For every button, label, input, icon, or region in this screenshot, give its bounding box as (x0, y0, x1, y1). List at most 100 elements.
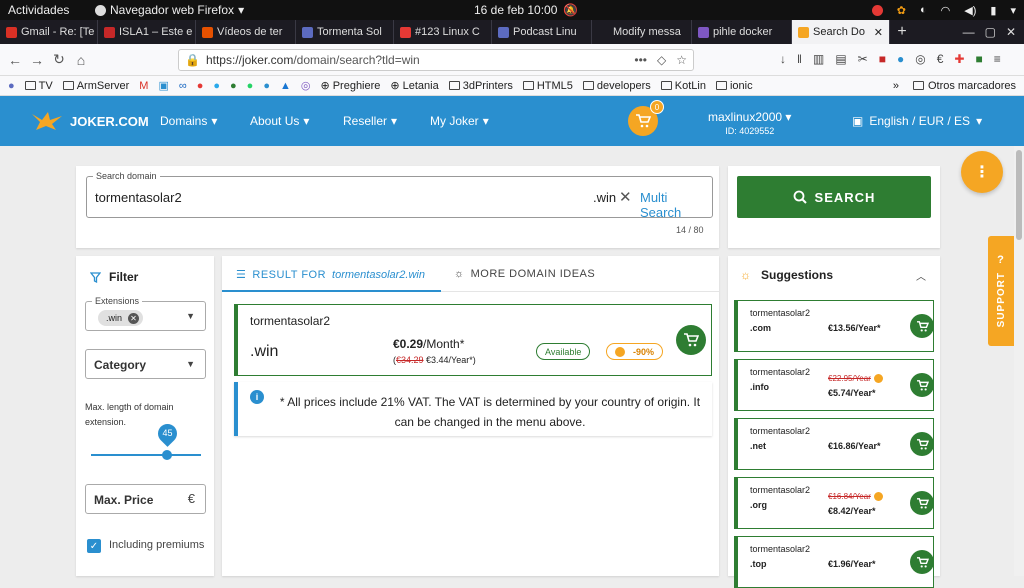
remove-chip-icon[interactable]: ✕ (128, 312, 140, 324)
reload-icon[interactable]: ↻ (48, 51, 70, 68)
nav-domains[interactable]: Domains ▾ (160, 114, 217, 128)
other-bookmarks[interactable]: » Otros marcadores (893, 80, 1016, 92)
search-icon[interactable]: ● (8, 80, 15, 92)
bookmark-folder[interactable]: TV (24, 80, 53, 92)
add-to-cart-button[interactable] (910, 373, 934, 397)
browser-tab[interactable]: pihle docker (692, 20, 792, 44)
search-button[interactable]: SEARCH (737, 176, 931, 218)
add-to-cart-button[interactable] (910, 314, 934, 338)
user-menu[interactable]: maxlinux2000 ▾ ID: 4029552 (708, 110, 791, 136)
add-to-cart-button[interactable] (910, 491, 934, 515)
page-scrollbar[interactable] (1014, 146, 1024, 576)
multi-search-link[interactable]: Multi Search (640, 190, 712, 220)
bookmark-icon[interactable]: ● (263, 80, 270, 92)
bookmark-folder[interactable]: KotLin (660, 80, 706, 92)
download-icon[interactable]: ↓ (780, 52, 786, 66)
add-to-cart-button[interactable] (910, 432, 934, 456)
premiums-label: Including premiums (109, 539, 205, 551)
browser-tab[interactable]: Vídeos de ter (196, 20, 296, 44)
minimize-icon[interactable]: — (963, 25, 975, 39)
extension-icon[interactable]: € (937, 52, 944, 66)
search-input[interactable]: tormentasolar2 (95, 190, 182, 205)
bookmark-icon[interactable]: ◎ (301, 79, 311, 92)
bookmark-folder[interactable]: HTML5 (522, 80, 573, 92)
bookmark-icon[interactable]: ▣ (158, 79, 168, 92)
library-icon[interactable]: ‖ (797, 52, 802, 66)
premiums-checkbox[interactable]: ✓ (87, 539, 101, 553)
euro-icon: € (187, 491, 195, 506)
sync-extension-icon[interactable]: ● (897, 52, 904, 66)
support-label: SUPPORT (995, 272, 1007, 328)
collapse-icon[interactable]: ︿ (916, 268, 926, 283)
close-window-icon[interactable]: ✕ (1006, 25, 1016, 39)
category-select[interactable]: Category ▼ (85, 349, 206, 379)
bookmark-link[interactable]: ⊕ Letania (390, 79, 438, 93)
extension-chip[interactable]: .win ✕ (98, 310, 144, 326)
telegram-icon[interactable]: ● (213, 80, 220, 92)
close-tab-icon[interactable]: ✕ (874, 26, 883, 39)
pocket-icon[interactable]: ◇ (657, 53, 666, 67)
forward-icon[interactable]: → (26, 52, 48, 68)
extensions-select[interactable]: Extensions .win ✕ ▼ (85, 296, 206, 331)
browser-tab[interactable]: #123 Linux C (394, 20, 492, 44)
bookmark-icon[interactable]: ● (230, 80, 237, 92)
new-tab-button[interactable]: + (890, 20, 914, 44)
slider-handle[interactable] (162, 450, 172, 460)
bookmark-star-icon[interactable]: ☆ (676, 53, 687, 67)
app-menu[interactable]: Navegador web Firefox ▾ (95, 3, 244, 17)
gmail-icon[interactable]: M (139, 80, 148, 92)
extension-icon[interactable]: ◎ (915, 52, 925, 66)
tab-result-label: RESULT FOR (252, 268, 327, 281)
maximize-icon[interactable]: ▢ (985, 25, 996, 39)
domain-tld: .win (250, 343, 279, 360)
scrollbar-thumb[interactable] (1016, 150, 1022, 240)
max-price-field[interactable]: Max. Price € (85, 484, 206, 514)
puzzle-icon[interactable]: ✚ (954, 52, 964, 66)
clock[interactable]: 16 de feb 10:00 🔕 (474, 3, 578, 17)
page-actions-icon[interactable]: ••• (634, 53, 647, 67)
bookmark-icon[interactable]: ● (197, 80, 204, 92)
browser-tab[interactable]: ISLA1 – Este e (98, 20, 196, 44)
nav-about-us[interactable]: About Us ▾ (250, 114, 309, 128)
suggestion-price: €5.74/Year* (828, 388, 876, 398)
system-tray[interactable]: ✿ ◐ ◠ ◀) ▮ ▾ (871, 4, 1016, 17)
bookmark-folder[interactable]: 3dPrinters (448, 80, 513, 92)
menu-icon[interactable]: ≡ (994, 52, 1001, 66)
whatsapp-icon[interactable]: ● (247, 80, 254, 92)
tab-result[interactable]: ☰ RESULT FOR tormentasolar2.win (236, 268, 425, 282)
more-options-button[interactable]: ⋮ (961, 151, 1003, 193)
browser-tab[interactable]: Modify messa (592, 20, 692, 44)
screenshot-icon[interactable]: ✂ (858, 52, 868, 66)
max-length-slider[interactable] (91, 454, 201, 456)
max-price-label: Max. Price (94, 493, 154, 507)
nav-my-joker[interactable]: My Joker ▾ (430, 114, 489, 128)
bookmark-icon[interactable]: ∞ (179, 80, 187, 92)
bookmark-folder[interactable]: ArmServer (62, 80, 129, 92)
language-selector[interactable]: ▣ English / EUR / ES ▾ (852, 114, 982, 128)
clear-icon[interactable]: ✕ (619, 188, 632, 206)
browser-tab[interactable]: Podcast Linu (492, 20, 592, 44)
extension-icon[interactable]: ■ (975, 52, 982, 66)
suggestion-tld: .com (750, 323, 772, 333)
reader-icon[interactable]: ▤ (835, 52, 846, 66)
support-tab[interactable]: ? SUPPORT (988, 236, 1014, 346)
browser-tab-active[interactable]: Search Do ✕ (792, 20, 890, 44)
bookmark-link[interactable]: ⊕ Preghiere (320, 79, 380, 93)
url-bar[interactable]: 🔒 https://joker.com/domain/search?tld=wi… (178, 49, 694, 71)
bookmark-folder[interactable]: developers (582, 80, 651, 92)
nav-reseller[interactable]: Reseller ▾ (343, 114, 397, 128)
tab-more-ideas[interactable]: ☼ MORE DOMAIN IDEAS (454, 268, 595, 280)
bookmark-icon[interactable]: ▲ (280, 80, 291, 92)
sidebar-icon[interactable]: ▥ (813, 52, 824, 66)
home-icon[interactable]: ⌂ (70, 52, 92, 68)
pdf-extension-icon[interactable]: ■ (879, 52, 886, 66)
joker-logo[interactable]: JOKER.COM (30, 110, 149, 132)
bookmark-folder[interactable]: ionic (715, 80, 753, 92)
add-to-cart-button[interactable] (910, 550, 934, 574)
back-icon[interactable]: ← (4, 52, 26, 68)
browser-tab[interactable]: Tormenta Sol (296, 20, 394, 44)
activities-button[interactable]: Actividades (8, 3, 69, 17)
add-to-cart-button[interactable] (676, 325, 706, 355)
browser-tab[interactable]: Gmail - Re: [Te (0, 20, 98, 44)
search-domain-field[interactable]: Search domain tormentasolar2 .win ✕ Mult… (86, 171, 713, 220)
